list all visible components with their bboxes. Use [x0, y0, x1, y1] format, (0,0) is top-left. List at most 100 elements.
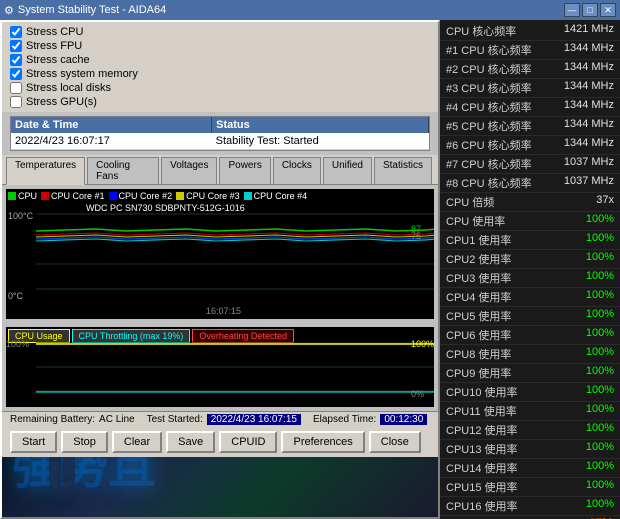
stress-gpu-checkbox[interactable]	[10, 96, 22, 108]
right-label: #1 CPU 核心频率	[446, 42, 532, 58]
right-label: CPU12 使用率	[446, 422, 518, 438]
right-panel-row: CPU9 使用率100%	[440, 364, 620, 383]
right-panel-row: #3 CPU 核心频率 1344 MHz	[440, 79, 620, 98]
title-text: System Stability Test - AIDA64	[18, 4, 166, 16]
right-value: 100%	[559, 384, 614, 400]
clear-button[interactable]: Clear	[112, 431, 162, 453]
stress-fpu-checkbox[interactable]	[10, 40, 22, 52]
right-label: #3 CPU 核心频率	[446, 80, 532, 96]
right-label: CPU13 使用率	[446, 441, 518, 457]
anime-background: 强势且	[2, 457, 438, 517]
right-value: 1037 MHz	[559, 175, 614, 191]
datetime-value: 2022/4/23 16:07:17	[11, 133, 212, 150]
start-button[interactable]: Start	[10, 431, 57, 453]
right-value: 1344 MHz	[559, 80, 614, 96]
right-label: #8 CPU 核心频率	[446, 175, 532, 191]
tab-statistics[interactable]: Statistics	[374, 157, 432, 184]
stress-memory-checkbox[interactable]	[10, 68, 22, 80]
elapsed-label: Elapsed Time:	[313, 414, 376, 425]
anime-figure	[22, 457, 102, 517]
right-label: CPU14 使用率	[446, 460, 518, 476]
right-value: 100%	[559, 441, 614, 457]
right-panel-row: #5 CPU 核心频率1344 MHz	[440, 117, 620, 136]
right-panel-row: CPU6 使用率 100%	[440, 326, 620, 345]
right-value: 100%	[559, 422, 614, 438]
right-panel-row: CPU2 使用率100%	[440, 250, 620, 269]
stress-fpu-label: Stress FPU	[26, 40, 82, 52]
tab-unified[interactable]: Unified	[323, 157, 372, 184]
right-label: CPU5 使用率	[446, 308, 511, 324]
status-bar: Remaining Battery: AC Line Test Started:…	[2, 411, 438, 427]
status-value: Stability Test: Started	[212, 133, 429, 150]
right-panel-row: CPU5 使用率100%	[440, 307, 620, 326]
stress-cpu-checkbox[interactable]	[10, 26, 22, 38]
tab-voltages[interactable]: Voltages	[161, 157, 217, 184]
right-value: 100%	[559, 232, 614, 248]
right-panel-row: CPU 使用率100%	[440, 212, 620, 231]
preferences-button[interactable]: Preferences	[281, 431, 364, 453]
right-panel-row: CPU 核心频率1421 MHz	[440, 22, 620, 41]
right-value: 100%	[559, 365, 614, 381]
right-label: CPU1 使用率	[446, 232, 511, 248]
temperature-chart: CPU CPU Core #1 CPU Core #2 CPU Core #3 …	[6, 189, 434, 319]
right-label: CPU2 使用率	[446, 251, 511, 267]
right-value: 100%	[559, 327, 614, 343]
right-panel-row: #7 CPU 核心频率 1037 MHz	[440, 155, 620, 174]
stress-disks-checkbox[interactable]	[10, 82, 22, 94]
action-buttons: Start Stop Clear Save CPUID Preferences …	[2, 427, 438, 457]
right-label: CPU 倍频	[446, 194, 494, 210]
svg-text:100%: 100%	[411, 339, 434, 349]
right-label: CPU 核心频率	[446, 23, 516, 39]
right-value: 1344 MHz	[559, 99, 614, 115]
right-panel-row: CPU4 使用率100%	[440, 288, 620, 307]
right-value: 100%	[559, 403, 614, 419]
right-label: #7 CPU 核心频率	[446, 156, 532, 172]
app-icon: ⚙	[4, 4, 14, 17]
right-value: 1344 MHz	[559, 137, 614, 153]
chart-tabs: Temperatures Cooling Fans Voltages Power…	[2, 155, 438, 185]
window-controls[interactable]: — □ ✕	[564, 3, 616, 17]
remaining-label: Remaining Battery:	[10, 414, 95, 425]
cpu-usage-chart: CPU Usage CPU Throttling (max 19%) Overh…	[6, 327, 434, 407]
tab-clocks[interactable]: Clocks	[273, 157, 321, 184]
ac-line-value: AC Line	[99, 414, 135, 425]
right-panel-row: #6 CPU 核心频率1344 MHz	[440, 136, 620, 155]
right-value: 100%	[559, 479, 614, 495]
tab-cooling-fans[interactable]: Cooling Fans	[87, 157, 159, 184]
right-panel-row: CPU10 使用率100%	[440, 383, 620, 402]
minimize-button[interactable]: —	[564, 3, 580, 17]
close-button[interactable]: ✕	[600, 3, 616, 17]
right-label: #4 CPU 核心频率	[446, 99, 532, 115]
right-value: 1037 MHz	[559, 156, 614, 172]
right-value: 1344 MHz	[559, 61, 614, 77]
maximize-button[interactable]: □	[582, 3, 598, 17]
right-panel-row: CPU1 使用率 100%	[440, 231, 620, 250]
datetime-header: Date & Time	[11, 117, 212, 133]
right-label: CPU6 使用率	[446, 327, 511, 343]
right-panel-row: CPU 倍频37x	[440, 193, 620, 212]
svg-text:16:07:15: 16:07:15	[206, 306, 241, 316]
stress-cpu-label: Stress CPU	[26, 26, 83, 38]
right-value: 1344 MHz	[559, 42, 614, 58]
right-value: 100%	[559, 270, 614, 286]
right-panel-row: #1 CPU 核心频率 1344 MHz	[440, 41, 620, 60]
right-label: CPU15 使用率	[446, 479, 518, 495]
right-value: 100%	[559, 213, 614, 229]
save-button[interactable]: Save	[166, 431, 215, 453]
right-value: 100%	[559, 498, 614, 514]
right-panel-row: CPU13 使用率 100%	[440, 440, 620, 459]
test-started-value: 2022/4/23 16:07:15	[207, 414, 301, 425]
right-label: CPU8 使用率	[446, 346, 511, 362]
cpuid-button[interactable]: CPUID	[219, 431, 277, 453]
status-header: Status	[212, 117, 429, 133]
right-label: CPU11 使用率	[446, 403, 517, 419]
stop-button[interactable]: Stop	[61, 431, 108, 453]
stress-cache-checkbox[interactable]	[10, 54, 22, 66]
right-label: #2 CPU 核心频率	[446, 61, 532, 77]
close-window-button[interactable]: Close	[369, 431, 421, 453]
temp-chart-svg: 16:07:15 87 75	[6, 189, 434, 319]
tab-powers[interactable]: Powers	[219, 157, 270, 184]
left-panel: Stress CPU Stress FPU Stress cache Stres…	[0, 20, 440, 519]
right-label: CPU3 使用率	[446, 270, 511, 286]
tab-temperatures[interactable]: Temperatures	[6, 157, 85, 185]
